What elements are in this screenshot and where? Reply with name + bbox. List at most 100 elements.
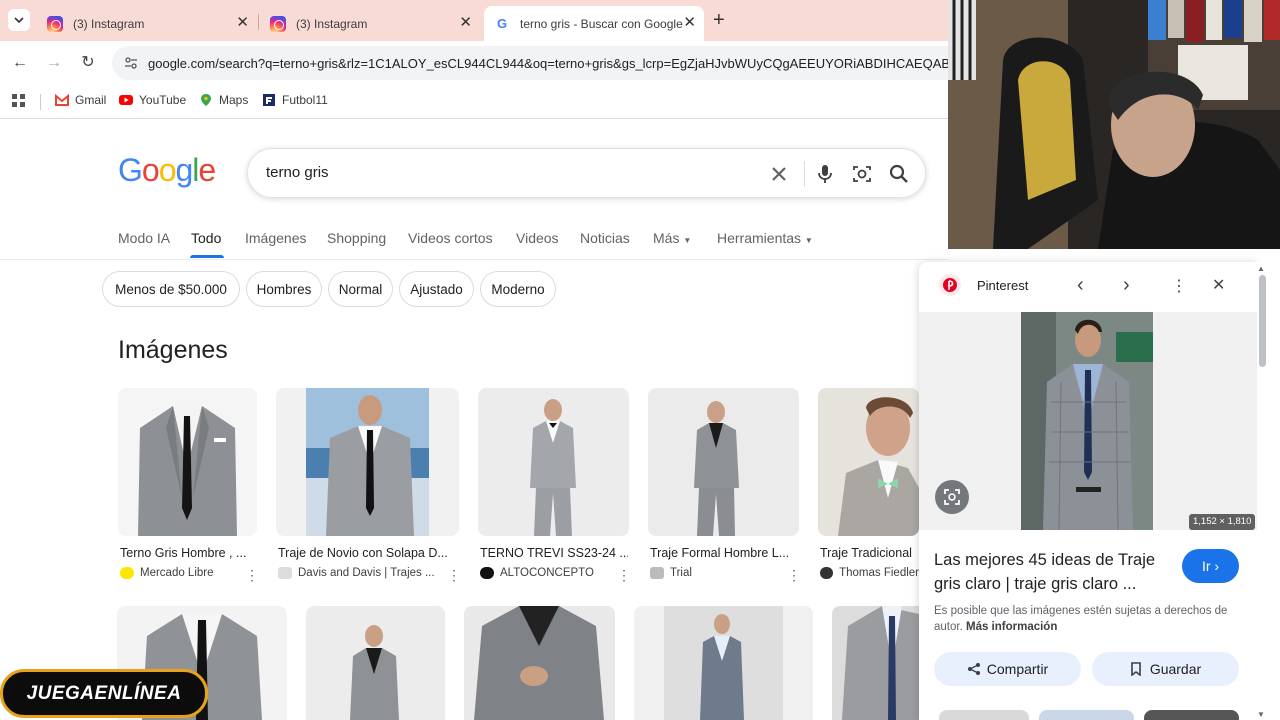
panel-title[interactable]: Las mejores 45 ideas de Traje gris claro… [934,548,1174,596]
image-caption[interactable]: TERNO TREVI SS23-24 ... [480,546,628,560]
tab-videos-cortos[interactable]: Videos cortos [408,230,493,246]
image-caption[interactable]: Traje Tradicional [820,546,919,560]
bookmark-gmail[interactable]: Gmail [55,93,106,107]
tab-modo-ia[interactable]: Modo IA [118,230,170,246]
webcam-overlay [948,0,1280,249]
next-arrow-icon[interactable]: › [1123,274,1130,297]
bookmark-label: YouTube [139,93,187,107]
related-image[interactable] [939,710,1029,720]
previous-arrow-icon[interactable]: ‹ [1077,274,1084,297]
thomas-fiedler-icon [820,567,834,579]
image-result[interactable] [648,388,799,536]
image-result[interactable] [464,606,615,720]
image-result[interactable] [118,388,257,536]
close-icon[interactable]: ✕ [1212,275,1225,295]
browser-toolbar: ← → ↻ google.com/search?q=terno+gris&rlz… [0,41,962,85]
panel-scrollbar-thumb[interactable] [1259,275,1266,367]
image-caption[interactable]: Traje Formal Hombre L... [650,546,798,560]
chip-normal[interactable]: Normal [328,271,393,307]
bookmark-maps[interactable]: Maps [199,93,248,107]
tab-search-icon[interactable] [8,9,30,31]
more-options-icon[interactable]: ⋮ [787,568,801,582]
image-result[interactable] [306,606,445,720]
bookmark-icon [1131,662,1141,676]
tab-shopping[interactable]: Shopping [327,230,386,246]
search-box[interactable]: terno gris [247,148,926,198]
bookmark-label: Gmail [75,93,107,107]
grey-suit-image [350,625,399,720]
image-source[interactable]: Trial [650,567,692,579]
preview-image[interactable] [1021,312,1153,530]
logo-letter: e [198,152,216,188]
back-arrow-icon[interactable]: ← [10,53,30,73]
tab-imagenes[interactable]: Imágenes [245,230,306,246]
tab-mas-label: Más [653,230,680,246]
traditional-suit-image [838,397,919,536]
image-result[interactable] [818,388,919,536]
three-piece-suit-image [530,399,576,536]
apps-grid-icon[interactable] [12,94,26,108]
image-source[interactable]: Davis and Davis | Trajes ... [278,567,435,579]
image-caption[interactable]: Traje de Novio con Solapa D... [278,546,456,560]
microphone-icon[interactable] [813,162,837,186]
bookmark-youtube[interactable]: YouTube [119,93,186,107]
youtube-icon [119,95,133,105]
image-caption[interactable]: Terno Gris Hombre , ... [120,546,256,560]
chip-ajustado[interactable]: Ajustado [399,271,474,307]
more-options-icon[interactable]: ⋮ [245,568,259,582]
panel-source[interactable]: Pinterest [977,278,1028,293]
go-button[interactable]: Ir › [1182,549,1239,583]
tab-instagram-2[interactable]: (3) Instagram ✕ [260,6,480,41]
image-source[interactable]: Thomas Fiedler [820,567,919,579]
related-image[interactable] [1039,710,1134,720]
image-result[interactable] [276,388,459,536]
more-options-icon[interactable]: ⋮ [617,568,631,582]
image-result[interactable] [634,606,813,720]
tab-todo[interactable]: Todo [191,230,221,246]
lens-search-icon[interactable] [935,480,969,514]
save-button[interactable]: Guardar [1092,652,1239,686]
search-icon[interactable] [887,162,911,186]
google-logo[interactable]: Google [118,152,216,189]
tab-videos[interactable]: Videos [516,230,559,246]
forward-arrow-icon[interactable]: → [44,53,64,73]
more-info-link[interactable]: Más información [966,621,1057,633]
tab-close-icon[interactable]: ✕ [459,15,472,31]
reload-icon[interactable]: ↻ [78,53,98,73]
chip-moderno[interactable]: Moderno [480,271,556,307]
search-query[interactable]: terno gris [266,164,329,181]
scroll-down-icon[interactable]: ▼ [1257,710,1265,719]
lens-camera-icon[interactable] [850,162,874,186]
caret-down-icon: ▼ [683,236,692,245]
new-tab-button[interactable]: + [713,10,725,30]
image-source[interactable]: ALTOCONCEPTO [480,567,594,579]
tab-noticias[interactable]: Noticias [580,230,630,246]
tab-close-icon[interactable]: ✕ [236,15,249,31]
related-image[interactable] [1144,710,1239,720]
tab-herramientas[interactable]: Herramientas ▼ [717,230,813,246]
bookmark-futbol11[interactable]: Futbol11 [262,93,328,107]
share-button[interactable]: Compartir [934,652,1081,686]
instagram-icon [270,15,286,32]
tab-instagram-1[interactable]: (3) Instagram ✕ [37,6,257,41]
bookmarks-bar: Gmail YouTube Maps Futbol11 [0,85,948,119]
bookmark-divider [40,94,41,110]
more-options-icon[interactable]: ⋮ [1171,276,1187,296]
clear-icon[interactable] [767,162,791,186]
logo-letter: o [141,152,160,188]
image-source[interactable]: Mercado Libre [120,567,214,579]
site-info-icon[interactable] [124,56,138,70]
tab-mas[interactable]: Más ▼ [653,230,691,246]
image-result[interactable] [832,606,919,720]
more-options-icon[interactable]: ⋮ [447,568,461,582]
grey-suit-image [842,606,919,720]
tab-google-search[interactable]: G terno gris - Buscar con Google ✕ [484,6,704,41]
image-result[interactable] [478,388,629,536]
scroll-up-icon[interactable]: ▲ [1257,264,1265,273]
chip-price[interactable]: Menos de $50.000 [102,271,240,307]
copyright-notice: Es posible que las imágenes estén sujeta… [934,603,1234,635]
bookmark-label: Maps [219,93,249,107]
chip-hombres[interactable]: Hombres [246,271,322,307]
address-bar[interactable]: google.com/search?q=terno+gris&rlz=1C1AL… [112,46,962,80]
tab-close-icon[interactable]: ✕ [683,15,696,31]
